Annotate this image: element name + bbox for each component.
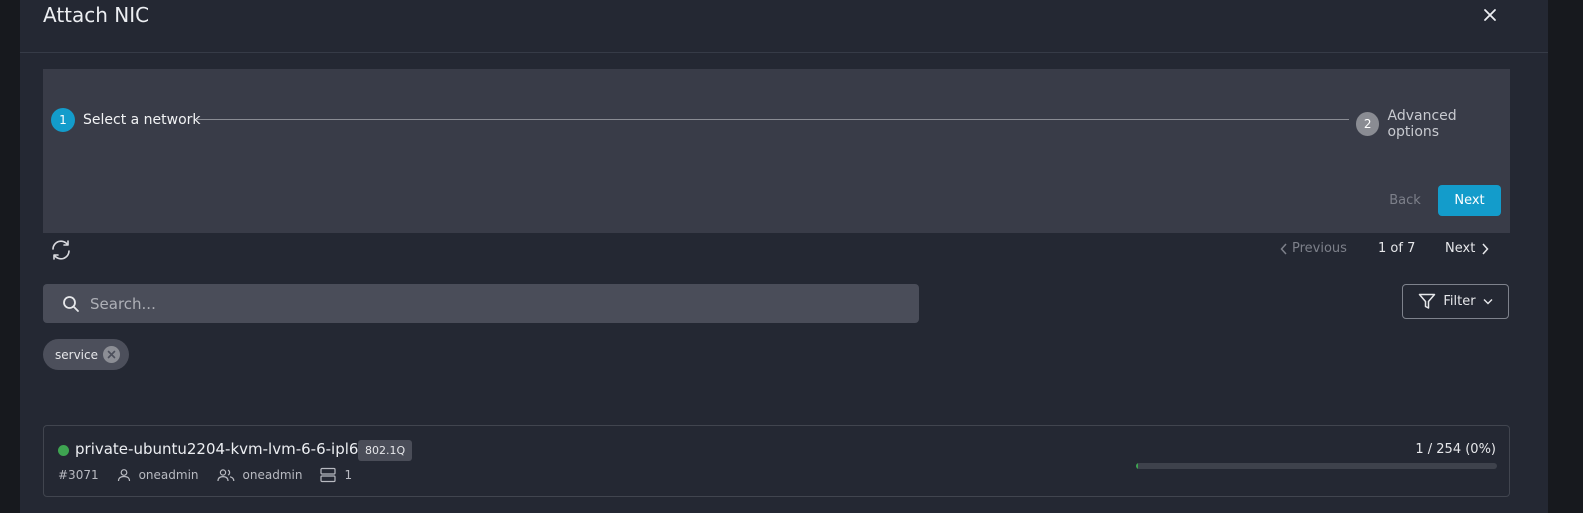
cluster-count: 1 [344, 468, 353, 482]
group-icon [216, 469, 234, 482]
refresh-button[interactable] [49, 238, 73, 262]
filter-chip-service: service [43, 339, 129, 370]
group-name: oneadmin [242, 468, 303, 482]
chip-label: service [55, 347, 98, 362]
search-input[interactable] [90, 284, 890, 323]
search-box [43, 284, 919, 323]
filter-button[interactable]: Filter [1402, 284, 1509, 319]
dialog-header: Attach NIC [20, 0, 1548, 53]
chevron-left-icon [1280, 242, 1287, 255]
modal-backdrop-right [1548, 0, 1583, 513]
network-owner: oneadmin [117, 468, 199, 482]
step-advanced-options[interactable]: 2 Advanced options [1356, 108, 1510, 140]
step-label: Advanced options [1387, 108, 1457, 140]
chevron-down-icon [1483, 299, 1493, 305]
lease-usage-fill [1136, 463, 1139, 469]
chip-remove-button[interactable] [103, 346, 120, 363]
network-group: oneadmin [216, 468, 303, 482]
network-id: #3071 [58, 468, 99, 482]
step-select-network[interactable]: 1 Select a network [51, 108, 201, 132]
close-icon [1484, 9, 1496, 21]
server-icon [320, 467, 337, 483]
network-id-text: #3071 [58, 468, 99, 482]
network-meta: #3071 oneadmin oneadmin 1 [58, 467, 370, 483]
step-label: Select a network [83, 112, 201, 128]
step-number-badge: 1 [51, 108, 75, 132]
step-connector [196, 119, 1349, 120]
pagination-previous-label: Previous [1292, 241, 1347, 256]
network-name: private-ubuntu2204-kvm-lvm-6-6-ipl64 [75, 440, 368, 458]
network-clusters: 1 [320, 467, 352, 483]
filter-icon [1419, 293, 1436, 309]
lease-usage-text: 1 / 254 (0%) [1415, 442, 1496, 457]
search-icon [63, 296, 79, 312]
back-button[interactable]: Back [1380, 185, 1430, 216]
pagination-next-label: Next [1445, 241, 1476, 256]
stepper: 1 Select a network 2 Advanced options Ba… [43, 69, 1510, 233]
close-icon [107, 350, 116, 359]
status-indicator [58, 445, 69, 456]
lease-usage-bar [1136, 463, 1497, 469]
pagination-next-button[interactable]: Next [1445, 241, 1489, 256]
attach-nic-dialog: Attach NIC 1 Select a network 2 Advanced… [20, 0, 1548, 513]
refresh-icon [52, 240, 70, 260]
owner-name: oneadmin [138, 468, 199, 482]
close-button[interactable] [1478, 3, 1502, 27]
modal-backdrop-left [0, 0, 20, 513]
chevron-right-icon [1482, 242, 1489, 255]
dialog-title: Attach NIC [43, 3, 150, 27]
network-row[interactable]: private-ubuntu2204-kvm-lvm-6-6-ipl64 802… [43, 425, 1510, 497]
pagination-page-info: 1 of 7 [1378, 241, 1416, 256]
user-icon [117, 469, 130, 482]
network-type-badge: 802.1Q [358, 440, 413, 461]
step-number-badge: 2 [1356, 112, 1380, 136]
filter-label: Filter [1443, 294, 1476, 309]
next-step-button[interactable]: Next [1438, 185, 1501, 216]
pagination-previous-button[interactable]: Previous [1280, 241, 1347, 256]
